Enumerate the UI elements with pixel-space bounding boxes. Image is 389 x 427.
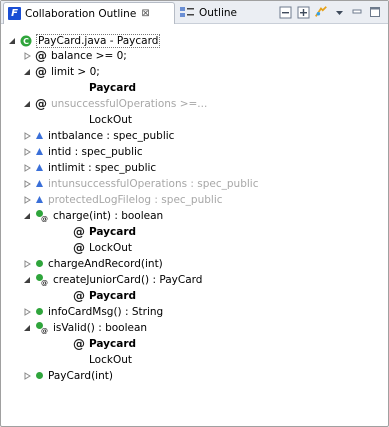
tree-item-label: limit > 0; (51, 65, 100, 78)
maximize-icon[interactable] (368, 5, 382, 19)
method-icon (35, 259, 44, 268)
tree-item-label: intbalance : spec_public (48, 129, 175, 142)
collapsed-twistie-icon[interactable] (22, 147, 31, 156)
tree-item-paycard-constructor[interactable]: PayCard(int) (22, 368, 113, 383)
role-label: LockOut (89, 353, 132, 366)
tree-item-label: protectedLogFilelog : spec_public (48, 193, 223, 206)
tree-item-label: intunsuccessfulOperations : spec_public (48, 177, 259, 190)
tree-item-label: createJuniorCard() : PayCard (53, 273, 203, 286)
tree-item-label: intid : spec_public (48, 145, 143, 158)
tree-item-label: isValid() : boolean (53, 321, 148, 334)
outline-icon (179, 6, 195, 20)
tab-title: Outline (199, 7, 237, 19)
svg-text:C: C (23, 37, 29, 46)
expanded-twistie-icon[interactable] (22, 323, 31, 332)
svg-text:@: @ (41, 327, 48, 334)
contract-at-icon: @ (73, 224, 85, 239)
collapsed-twistie-icon[interactable] (22, 163, 31, 172)
tree-role-lockout[interactable]: LockOut (89, 112, 132, 127)
collapsed-twistie-icon[interactable] (22, 179, 31, 188)
tree-role-paycard[interactable]: Paycard (89, 80, 136, 95)
tree-role-lockout[interactable]: LockOut (89, 352, 132, 367)
tree-item-limit[interactable]: @ limit > 0; (22, 64, 100, 79)
contract-at-icon: @ (73, 288, 85, 303)
tree-role-paycard[interactable]: @ Paycard (73, 288, 136, 303)
expanded-twistie-icon[interactable] (22, 275, 31, 284)
tree-item-label: unsuccessfulOperations >=... (51, 97, 208, 110)
contract-at-icon: @ (73, 336, 85, 351)
method-icon (35, 307, 44, 316)
tree-item-label: intlimit : spec_public (48, 161, 157, 174)
tab-title: Collaboration Outline (25, 7, 137, 20)
tree-item-protected-log-file[interactable]: protectedLogFilelog : spec_public (22, 192, 223, 207)
collapsed-twistie-icon[interactable] (22, 51, 31, 60)
featureide-icon: F (8, 7, 21, 20)
collapsed-twistie-icon[interactable] (22, 195, 31, 204)
role-label: LockOut (89, 113, 132, 126)
expanded-twistie-icon[interactable] (22, 99, 31, 108)
tree-role-lockout[interactable]: @ LockOut (73, 240, 132, 255)
field-icon (35, 179, 44, 188)
svg-text:@: @ (41, 279, 48, 286)
tree-item-is-valid[interactable]: @ isValid() : boolean (22, 320, 147, 335)
class-icon: C (20, 35, 32, 47)
close-tab-icon[interactable]: ⊠ (141, 8, 149, 19)
minimize-icon[interactable] (350, 5, 364, 19)
contract-at-icon: @ (73, 240, 85, 255)
tree-item-label: chargeAndRecord(int) (48, 257, 163, 270)
collaboration-outline-view: F Collaboration Outline ⊠ Outline C PayC… (0, 0, 389, 427)
tree-item-intunsuccessful-operations[interactable]: intunsuccessfulOperations : spec_public (22, 176, 259, 191)
role-label: LockOut (89, 241, 132, 254)
tab-collaboration-outline[interactable]: F Collaboration Outline ⊠ (3, 2, 175, 24)
collapse-all-icon[interactable] (278, 5, 292, 19)
invariant-at-icon: @ (35, 48, 47, 63)
tree-item-label: balance >= 0; (51, 49, 127, 62)
collapsed-twistie-icon[interactable] (22, 371, 31, 380)
outline-tree: C PayCard.java - Paycard @ balance >= 0;… (1, 25, 388, 426)
method-contract-icon: @ (35, 209, 49, 222)
tree-item-intbalance[interactable]: intbalance : spec_public (22, 128, 174, 143)
invariant-at-icon: @ (35, 96, 47, 111)
tree-item-label: PayCard(int) (48, 369, 113, 382)
collapsed-twistie-icon[interactable] (22, 307, 31, 316)
tree-item-charge-and-record[interactable]: chargeAndRecord(int) (22, 256, 163, 271)
tree-role-paycard[interactable]: @ Paycard (73, 224, 136, 239)
tree-item-charge[interactable]: @ charge(int) : boolean (22, 208, 163, 223)
field-icon (35, 131, 44, 140)
field-icon (35, 147, 44, 156)
role-label: Paycard (89, 337, 137, 350)
tree-item-create-junior-card[interactable]: @ createJuniorCard() : PayCard (22, 272, 202, 287)
field-icon (35, 195, 44, 204)
role-label: Paycard (89, 81, 137, 94)
tree-item-label: infoCardMsg() : String (48, 305, 164, 318)
view-menu-icon[interactable] (332, 5, 346, 19)
collapsed-twistie-icon[interactable] (22, 131, 31, 140)
method-icon (35, 371, 44, 380)
tab-outline[interactable]: Outline (179, 4, 237, 22)
method-contract-icon: @ (35, 321, 49, 334)
filter-icon[interactable] (314, 5, 328, 19)
tree-item-balance[interactable]: @ balance >= 0; (22, 48, 127, 63)
invariant-at-icon: @ (35, 64, 47, 79)
tree-role-paycard[interactable]: @ Paycard (73, 336, 136, 351)
tree-item-label: charge(int) : boolean (53, 209, 164, 222)
tree-item-intid[interactable]: intid : spec_public (22, 144, 143, 159)
tree-root[interactable]: C PayCard.java - Paycard (7, 33, 161, 48)
view-tab-bar: F Collaboration Outline ⊠ Outline (1, 1, 388, 24)
expanded-twistie-icon[interactable] (22, 67, 31, 76)
collapsed-twistie-icon[interactable] (22, 259, 31, 268)
field-icon (35, 163, 44, 172)
svg-text:@: @ (41, 215, 48, 222)
tree-root-label: PayCard.java - Paycard (36, 33, 161, 48)
role-label: Paycard (89, 225, 137, 238)
expand-all-icon[interactable] (296, 5, 310, 19)
view-toolbar (278, 5, 382, 19)
method-contract-icon: @ (35, 273, 49, 286)
expanded-twistie-icon[interactable] (7, 36, 16, 45)
tree-item-info-card-msg[interactable]: infoCardMsg() : String (22, 304, 163, 319)
role-label: Paycard (89, 289, 137, 302)
expanded-twistie-icon[interactable] (22, 211, 31, 220)
tree-item-unsuccessful-operations[interactable]: @ unsuccessfulOperations >=... (22, 96, 207, 111)
tree-item-intlimit[interactable]: intlimit : spec_public (22, 160, 156, 175)
